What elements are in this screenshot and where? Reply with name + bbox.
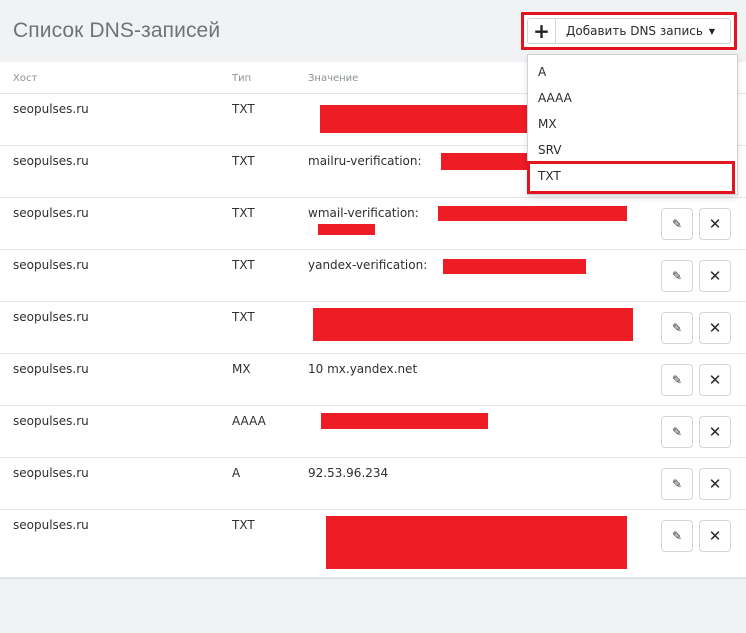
- edit-button[interactable]: ✎: [661, 260, 693, 292]
- pencil-icon: ✎: [671, 321, 683, 335]
- delete-button[interactable]: ✕: [699, 208, 731, 240]
- table-row[interactable]: seopulses.ru TXT ✎ ✕: [0, 510, 746, 578]
- redaction-block: [313, 308, 633, 341]
- row-type: A: [232, 466, 241, 480]
- close-icon: ✕: [708, 423, 722, 441]
- edit-button[interactable]: ✎: [661, 312, 693, 344]
- table-row[interactable]: seopulses.ru MX 10 mx.yandex.net ✎ ✕: [0, 354, 746, 406]
- delete-button[interactable]: ✕: [699, 520, 731, 552]
- row-type: TXT: [232, 310, 255, 324]
- row-host: seopulses.ru: [13, 414, 89, 428]
- edit-button[interactable]: ✎: [661, 520, 693, 552]
- column-value: Значение: [308, 73, 359, 84]
- row-type: TXT: [232, 206, 255, 220]
- pencil-icon: ✎: [671, 477, 683, 491]
- redaction-block: [443, 259, 586, 274]
- row-type: TXT: [232, 518, 255, 532]
- row-value: 10 mx.yandex.net: [308, 362, 418, 376]
- caret-down-icon: ▼: [708, 26, 716, 36]
- delete-button[interactable]: ✕: [699, 312, 731, 344]
- row-host: seopulses.ru: [13, 466, 89, 480]
- table-row[interactable]: seopulses.ru AAAA ✎ ✕: [0, 406, 746, 458]
- add-dns-record-label: Добавить DNS запись: [566, 24, 703, 38]
- row-value: 92.53.96.234: [308, 466, 389, 480]
- delete-button[interactable]: ✕: [699, 364, 731, 396]
- row-host: seopulses.ru: [13, 362, 89, 376]
- close-icon: ✕: [708, 215, 722, 233]
- row-host: seopulses.ru: [13, 518, 89, 532]
- close-icon: ✕: [708, 371, 722, 389]
- dropdown-option-mx[interactable]: MX: [538, 117, 557, 131]
- dropdown-option-aaaa[interactable]: AAAA: [538, 91, 572, 105]
- row-value: mailru-verification:: [308, 154, 422, 168]
- redaction-block: [441, 153, 528, 170]
- row-host: seopulses.ru: [13, 258, 89, 272]
- row-host: seopulses.ru: [13, 154, 89, 168]
- pencil-icon: ✎: [671, 529, 683, 543]
- delete-button[interactable]: ✕: [699, 416, 731, 448]
- edit-button[interactable]: ✎: [661, 468, 693, 500]
- close-icon: ✕: [708, 527, 722, 545]
- edit-button[interactable]: ✎: [661, 364, 693, 396]
- row-host: seopulses.ru: [13, 310, 89, 324]
- redaction-block: [438, 206, 627, 221]
- table-row[interactable]: seopulses.ru TXT yandex-verification: ✎ …: [0, 250, 746, 302]
- column-host: Хост: [13, 73, 38, 84]
- redaction-block: [321, 413, 488, 429]
- pencil-icon: ✎: [671, 269, 683, 283]
- page-title: Список DNS-записей: [13, 19, 221, 42]
- delete-button[interactable]: ✕: [699, 468, 731, 500]
- add-dns-record-highlight: + Добавить DNS запись ▼: [521, 12, 737, 50]
- table-row[interactable]: seopulses.ru TXT wmail-verification: ✎ ✕: [0, 198, 746, 250]
- pencil-icon: ✎: [671, 217, 683, 231]
- redaction-block: [318, 224, 375, 235]
- close-icon: ✕: [708, 475, 722, 493]
- column-type: Тип: [232, 73, 252, 84]
- close-icon: ✕: [708, 319, 722, 337]
- row-type: MX: [232, 362, 251, 376]
- plus-icon: +: [528, 19, 556, 43]
- row-type: TXT: [232, 258, 255, 272]
- edit-button[interactable]: ✎: [661, 416, 693, 448]
- pencil-icon: ✎: [671, 425, 683, 439]
- row-type: TXT: [232, 102, 255, 116]
- table-row[interactable]: seopulses.ru A 92.53.96.234 ✎ ✕: [0, 458, 746, 510]
- row-value: wmail-verification:: [308, 206, 419, 220]
- redaction-block: [326, 516, 627, 569]
- redaction-block: [320, 105, 528, 133]
- delete-button[interactable]: ✕: [699, 260, 731, 292]
- txt-option-highlight: [527, 161, 735, 194]
- pencil-icon: ✎: [671, 373, 683, 387]
- row-type: TXT: [232, 154, 255, 168]
- add-dns-record-button[interactable]: + Добавить DNS запись ▼: [527, 18, 731, 44]
- row-value: yandex-verification:: [308, 258, 428, 272]
- dropdown-option-srv[interactable]: SRV: [538, 143, 562, 157]
- page-header: Список DNS-записей + Добавить DNS запись…: [0, 0, 746, 62]
- row-host: seopulses.ru: [13, 206, 89, 220]
- close-icon: ✕: [708, 267, 722, 285]
- row-host: seopulses.ru: [13, 102, 89, 116]
- table-row[interactable]: seopulses.ru TXT ✎ ✕: [0, 302, 746, 354]
- row-type: AAAA: [232, 414, 266, 428]
- dropdown-option-a[interactable]: A: [538, 65, 546, 79]
- edit-button[interactable]: ✎: [661, 208, 693, 240]
